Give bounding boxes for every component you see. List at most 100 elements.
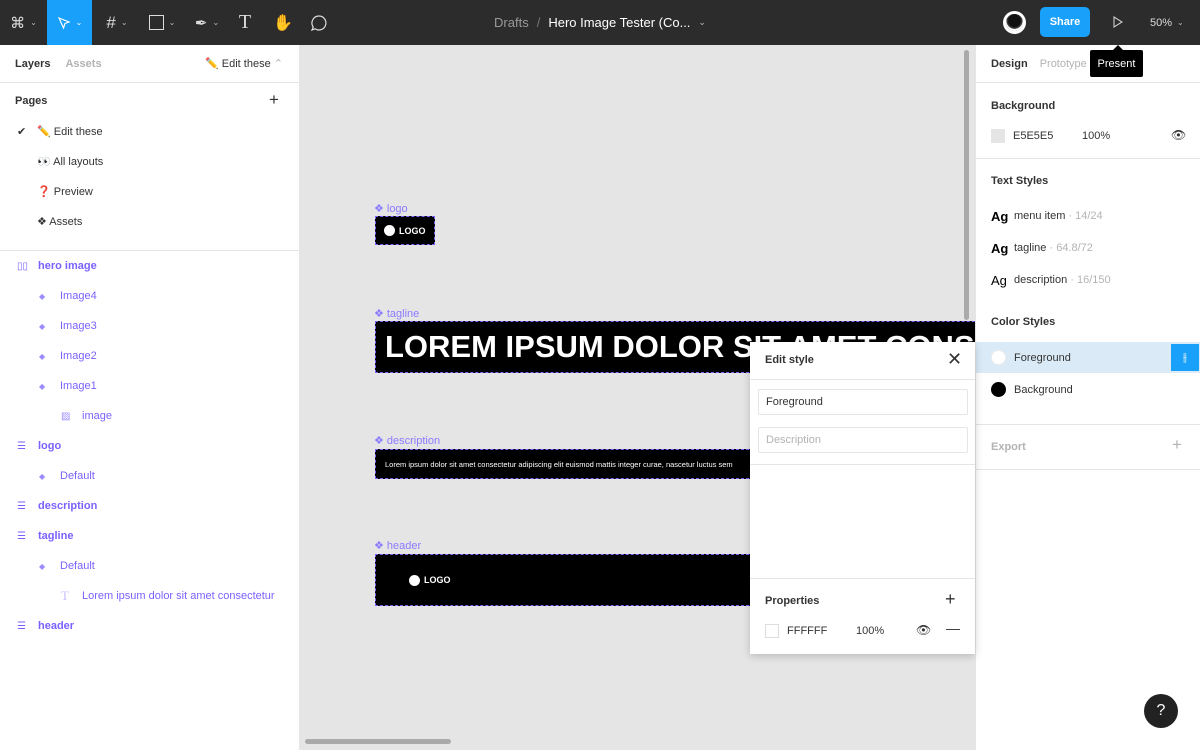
layer-item[interactable]: ☰ header [0,616,299,636]
color-style-item[interactable]: Background [976,374,1200,405]
current-page-label: ✏️ Edit these [205,58,271,70]
eye-icon[interactable]: 👁 [916,623,931,637]
chevron-down-icon: ⌄ [30,18,37,27]
add-property-button[interactable]: + [945,589,956,610]
frame-icon: # [106,12,116,32]
present-button[interactable] [1108,12,1128,32]
vertical-scrollbar[interactable] [964,50,969,320]
layer-item[interactable]: ☰ description [0,496,299,516]
fill-hex[interactable]: FFFFFF [787,625,827,637]
tab-prototype[interactable]: Prototype [1040,58,1087,70]
text-style-item[interactable]: Ag tagline · 64.8/72 [976,238,1200,258]
main-menu-button[interactable]: ⌘ ⌄ [0,0,47,45]
text-style-meta: · 64.8/72 [1046,242,1093,254]
background-hex[interactable]: E5E5E5 [1013,130,1053,142]
header-frame-label[interactable]: ❖ header [374,539,421,553]
layer-label: Lorem ipsum dolor sit amet consectetur [82,590,275,602]
zoom-dropdown[interactable]: 50% ⌄ [1150,0,1184,45]
share-button[interactable]: Share [1040,7,1090,37]
hand-tool-button[interactable]: ✋ [270,0,296,45]
style-description-input[interactable]: Description [758,427,968,453]
left-panel-tabs: Layers Assets ✏️ Edit these ⌃ [0,45,299,83]
properties-heading: Properties [765,595,820,607]
page-item[interactable]: ✔ ✏️ Edit these [0,121,299,141]
tab-design[interactable]: Design [991,58,1028,70]
tab-assets[interactable]: Assets [65,58,101,70]
logo-frame[interactable]: LOGO [375,216,435,245]
tab-layers[interactable]: Layers [15,58,50,70]
page-item[interactable]: 👀 All layouts [0,151,299,171]
layer-item[interactable]: ☰ tagline [0,526,299,546]
label-text: logo [386,202,408,215]
layers-panel: Layers Assets ✏️ Edit these ⌃ Pages + ✔ ✏… [0,45,300,750]
layer-item[interactable]: ◆ Image1 [0,376,299,396]
layer-item[interactable]: ◆ Image3 [0,316,299,336]
layer-item[interactable]: ☰ logo [0,436,299,456]
pen-icon: ✒ [194,14,208,32]
help-button[interactable]: ? [1144,694,1178,728]
divider [976,469,1200,470]
layer-label: description [38,500,98,512]
background-swatch[interactable] [991,129,1005,143]
divider [0,250,299,251]
comment-tool-button[interactable] [306,0,332,45]
description-frame-label[interactable]: ❖ description [374,434,441,448]
pen-tool-button[interactable]: ✒ ⌄ [187,0,227,45]
current-page-dropdown[interactable]: ✏️ Edit these ⌃ [205,57,283,70]
layer-item[interactable]: ◆ Default [0,556,299,576]
add-page-button[interactable]: + [269,90,279,110]
layer-label: Default [60,560,95,572]
background-opacity[interactable]: 100% [1082,130,1110,142]
label-text: description [386,434,441,447]
export-heading: Export [991,441,1026,453]
divider [976,158,1200,159]
chevron-down-icon: ⌄ [75,18,83,27]
present-tooltip: Present [1090,50,1143,77]
checkmark-icon: ✔ [17,125,27,138]
shape-tool-button[interactable]: ⌄ [142,0,182,45]
layer-item[interactable]: ◆ Image4 [0,286,299,306]
rows-icon: ☰ [17,500,26,512]
layer-item[interactable]: ▯▯ hero image [0,256,299,276]
text-tool-button[interactable]: T [232,0,258,45]
page-item[interactable]: ❓ Preview [0,181,299,201]
close-button[interactable]: ✕ [947,349,962,370]
page-item[interactable]: ❖ Assets [0,211,299,231]
chevron-up-icon: ⌃ [273,58,283,70]
logo-frame-label[interactable]: ❖ logo [374,202,408,216]
add-export-button[interactable]: + [1172,435,1182,455]
tooltip-arrow [1113,45,1123,50]
horizontal-scrollbar[interactable] [305,739,451,744]
text-style-item[interactable]: Ag menu item · 14/24 [976,206,1200,226]
chevron-down-icon: ⌄ [698,17,706,27]
tagline-frame-label[interactable]: ❖ tagline [374,307,419,321]
remove-fill-button[interactable]: — [946,620,960,636]
eye-icon[interactable]: 👁 [1171,128,1186,142]
color-style-item[interactable]: Foreground ⫲ [976,342,1200,373]
fill-swatch[interactable] [765,624,779,638]
component-icon: ◆ [39,471,46,481]
avatar[interactable] [1003,11,1026,34]
design-panel: Design Prototype Background E5E5E5 100% … [975,45,1200,750]
layer-item[interactable]: ◆ Default [0,466,299,486]
layer-label: Default [60,470,95,482]
logo-circle-icon [384,225,395,236]
style-name-input[interactable]: Foreground [758,389,968,415]
component-icon: ◆ [39,351,46,361]
cursor-icon [57,16,71,30]
layer-item[interactable]: ▨ image [0,406,299,426]
file-title[interactable]: Hero Image Tester (Co... [548,15,690,30]
header-logo-text: LOGO [424,575,451,585]
move-tool-button[interactable]: ⌄ [47,0,92,45]
layer-item[interactable]: ◆ Image2 [0,346,299,366]
fill-opacity[interactable]: 100% [856,625,884,637]
frame-tool-button[interactable]: # ⌄ [97,0,137,45]
breadcrumb-drafts[interactable]: Drafts [494,15,529,30]
layer-label: hero image [38,260,97,272]
rows-icon: ☰ [17,440,26,452]
color-swatch [991,350,1006,365]
page-label: 👀 All layouts [37,155,104,168]
layer-item[interactable]: T Lorem ipsum dolor sit amet consectetur [0,586,299,606]
sliders-icon-button[interactable]: ⫲ [1171,344,1199,371]
text-style-item[interactable]: Ag description · 16/150 [976,270,1200,290]
